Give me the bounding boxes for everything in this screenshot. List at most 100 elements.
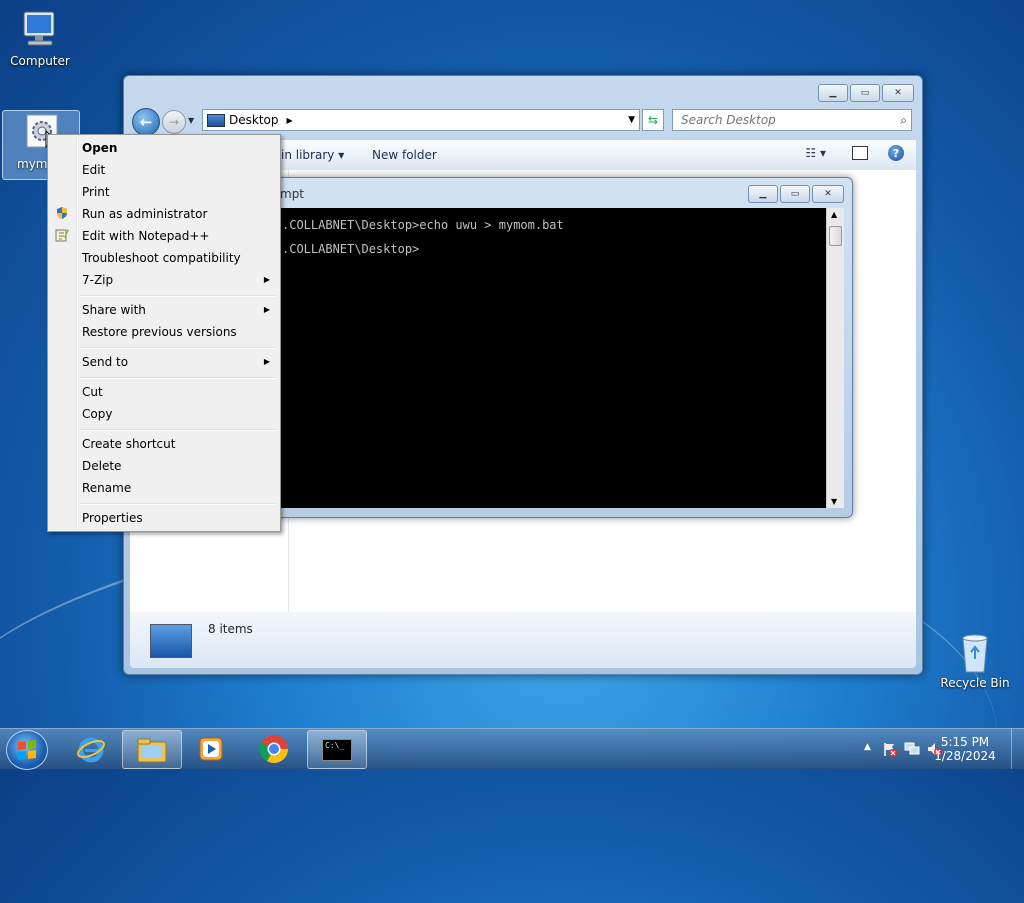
menu-item-open[interactable]: Open xyxy=(50,137,278,159)
menu-item-cut[interactable]: Cut xyxy=(50,381,278,403)
minimize-icon: ▁ xyxy=(829,88,837,98)
cmd-window-title: mpt xyxy=(280,187,305,201)
change-view-button[interactable]: ☷ ▾ xyxy=(805,146,826,160)
desktop-icon-recycle-bin[interactable]: Recycle Bin xyxy=(937,630,1013,690)
notepad-icon xyxy=(55,229,69,242)
search-input[interactable] xyxy=(679,112,883,128)
show-desktop-button[interactable] xyxy=(1011,729,1024,769)
menu-item-restore-previous-versions[interactable]: Restore previous versions xyxy=(50,321,278,343)
taskbar-command-prompt[interactable]: C:\_ xyxy=(307,730,367,769)
close-button[interactable]: ✕ xyxy=(812,185,844,203)
windows-logo-icon xyxy=(18,740,36,760)
address-row: ← → ▼ Desktop ▶ ▼ ⇆ ⌕ xyxy=(130,108,916,136)
menu-item-share-with[interactable]: Share with ▶ xyxy=(50,299,278,321)
console-line: .COLLABNET\Desktop>echo uwu > mymom.bat xyxy=(282,218,564,232)
views-icon: ☷ xyxy=(805,146,817,160)
forward-arrow-icon: → xyxy=(168,115,180,129)
cmd-caption-buttons: ▁ ▭ ✕ xyxy=(748,185,844,203)
menu-item-copy[interactable]: Copy xyxy=(50,403,278,425)
computer-icon xyxy=(16,8,64,52)
help-button[interactable]: ? xyxy=(888,145,904,161)
refresh-icon: ⇆ xyxy=(647,113,659,127)
minimize-button[interactable]: ▁ xyxy=(748,185,778,203)
action-center-flag-icon[interactable] xyxy=(882,741,898,757)
item-count: 8 items xyxy=(208,622,253,636)
search-icon: ⌕ xyxy=(900,112,907,127)
desktop-icon-label: Recycle Bin xyxy=(940,676,1010,690)
recycle-bin-icon xyxy=(951,630,999,674)
chrome-icon xyxy=(259,734,288,763)
menu-item-rename[interactable]: Rename xyxy=(50,477,278,499)
menu-separator xyxy=(80,295,276,297)
refresh-button[interactable]: ⇆ xyxy=(642,109,664,131)
close-icon: ✕ xyxy=(824,189,832,199)
console-output[interactable]: .COLLABNET\Desktop>echo uwu > mymom.bat … xyxy=(250,208,826,508)
scrollbar-thumb[interactable] xyxy=(829,226,842,246)
breadcrumb-arrow-icon[interactable]: ▶ xyxy=(287,116,293,125)
network-icon[interactable] xyxy=(904,741,920,757)
clock-date: 1/28/2024 xyxy=(934,749,996,763)
minimize-button[interactable]: ▁ xyxy=(818,84,848,102)
start-button[interactable] xyxy=(6,730,48,770)
console-line: .COLLABNET\Desktop> xyxy=(282,242,420,256)
menu-item-print[interactable]: Print xyxy=(50,181,278,203)
maximize-button[interactable]: ▭ xyxy=(780,185,810,203)
context-menu: Open Edit Print Run as administrator Edi… xyxy=(47,134,281,532)
taskbar-windows-explorer[interactable] xyxy=(122,730,182,769)
submenu-arrow-icon: ▶ xyxy=(263,357,270,366)
shield-icon xyxy=(57,207,67,219)
menu-separator xyxy=(80,377,276,379)
taskbar-internet-explorer[interactable] xyxy=(62,730,120,767)
desktop-thumbnail-icon xyxy=(150,624,192,658)
address-bar[interactable]: Desktop ▶ ▼ xyxy=(202,109,640,131)
menu-separator xyxy=(80,503,276,505)
recent-pages-dropdown[interactable]: ▼ xyxy=(188,116,194,125)
forward-button[interactable]: → xyxy=(162,110,186,134)
close-icon: ✕ xyxy=(894,88,902,98)
cmd-icon: C:\_ xyxy=(322,738,352,761)
menu-item-edit[interactable]: Edit xyxy=(50,159,278,181)
menu-item-send-to[interactable]: Send to ▶ xyxy=(50,351,278,373)
menu-item-delete[interactable]: Delete xyxy=(50,455,278,477)
details-pane: 8 items xyxy=(130,612,916,668)
back-arrow-icon: ← xyxy=(139,113,153,131)
console-scrollbar[interactable]: ▲ ▼ xyxy=(826,208,844,508)
menu-separator xyxy=(80,347,276,349)
scroll-up-arrow-icon[interactable]: ▲ xyxy=(831,210,837,219)
taskbar-chrome[interactable] xyxy=(245,730,303,767)
menu-item-properties[interactable]: Properties xyxy=(50,507,278,529)
explorer-caption-buttons: ▁ ▭ ✕ xyxy=(818,84,914,102)
search-box[interactable]: ⌕ xyxy=(672,109,912,131)
menu-item-create-shortcut[interactable]: Create shortcut xyxy=(50,433,278,455)
help-icon: ? xyxy=(892,146,900,160)
include-in-library-button[interactable]: in library ▾ xyxy=(281,148,344,162)
menu-item-troubleshoot-compatibility[interactable]: Troubleshoot compatibility xyxy=(50,247,278,269)
address-text: Desktop xyxy=(229,113,279,127)
preview-pane-button[interactable] xyxy=(852,146,868,160)
media-player-icon xyxy=(199,737,223,760)
maximize-button[interactable]: ▭ xyxy=(850,84,880,102)
command-prompt-window[interactable]: mpt ▁ ▭ ✕ .COLLABNET\Desktop>echo uwu > … xyxy=(241,177,853,518)
show-hidden-icons-arrow-icon[interactable]: ▲ xyxy=(864,742,871,752)
minimize-icon: ▁ xyxy=(759,189,767,199)
back-button[interactable]: ← xyxy=(132,108,160,136)
menu-item-run-as-administrator[interactable]: Run as administrator xyxy=(50,203,278,225)
close-button[interactable]: ✕ xyxy=(882,84,914,102)
submenu-arrow-icon: ▶ xyxy=(263,305,270,314)
submenu-arrow-icon: ▶ xyxy=(263,275,270,284)
scroll-down-arrow-icon[interactable]: ▼ xyxy=(831,497,837,506)
clock-time: 5:15 PM xyxy=(940,735,990,749)
menu-item-edit-with-notepad-plus-plus[interactable]: Edit with Notepad++ xyxy=(50,225,278,247)
taskbar: C:\_ ▲ 5:15 PM 1/28/2024 xyxy=(0,728,1024,770)
menu-separator xyxy=(80,429,276,431)
desktop-icon-label: Computer xyxy=(10,54,70,68)
address-dropdown-icon[interactable]: ▼ xyxy=(628,115,635,125)
explorer-icon xyxy=(137,738,167,762)
menu-item-7-zip[interactable]: 7-Zip ▶ xyxy=(50,269,278,291)
desktop-icon-computer[interactable]: Computer xyxy=(2,8,78,68)
taskbar-media-player[interactable] xyxy=(182,730,240,767)
system-clock[interactable]: 5:15 PM 1/28/2024 xyxy=(930,735,1000,763)
internet-explorer-icon xyxy=(77,737,105,762)
new-folder-button[interactable]: New folder xyxy=(372,148,437,162)
maximize-icon: ▭ xyxy=(860,88,870,98)
